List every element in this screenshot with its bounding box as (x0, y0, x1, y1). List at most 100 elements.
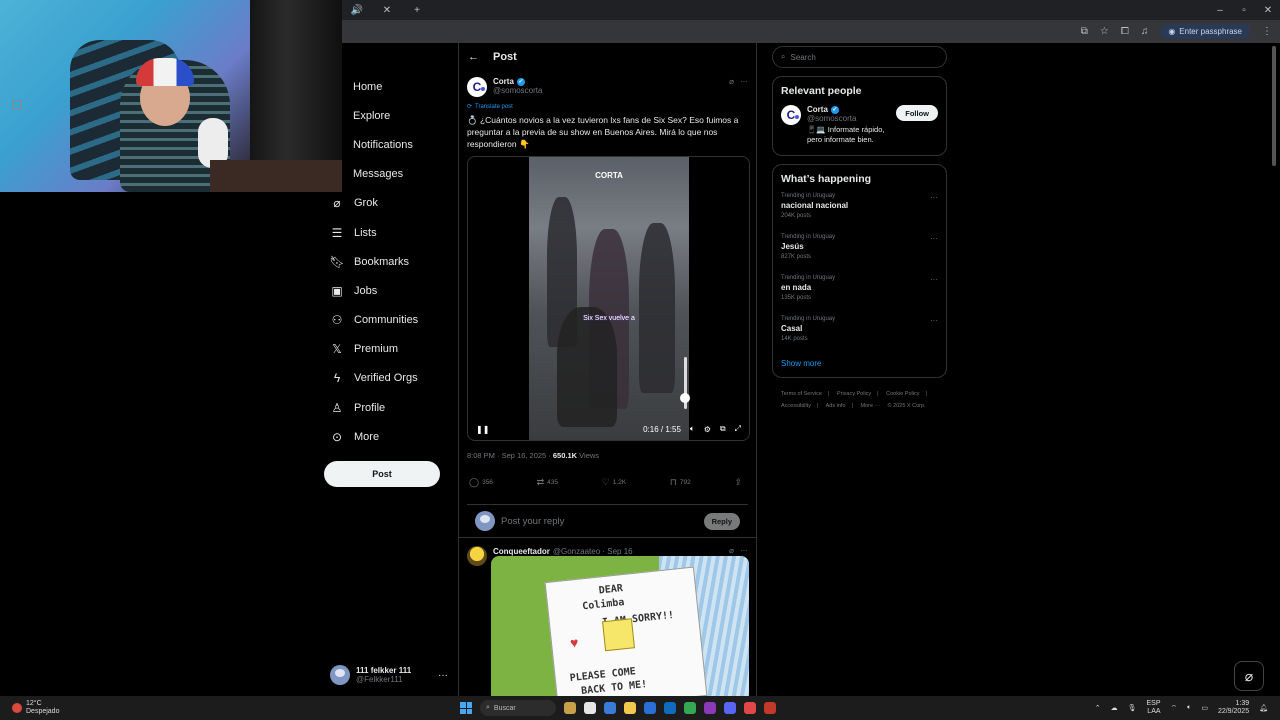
post-author-handle[interactable]: @somoscorta (493, 86, 542, 95)
footer-link-more[interactable]: More ··· (860, 403, 880, 409)
post-timestamp[interactable]: 8:08 PM · Sep 16, 2025 · (467, 451, 553, 460)
footer-link-accessibility[interactable]: Accessibility (781, 403, 811, 409)
translate-post-link[interactable]: ⟳ Translate post (467, 103, 748, 111)
page-scrollbar[interactable] (1272, 46, 1276, 166)
minimize-button[interactable]: – (1208, 5, 1232, 16)
new-tab-icon[interactable]: + (402, 0, 432, 20)
menu-kebab-icon[interactable]: ⋮ (1262, 26, 1272, 37)
like-action[interactable]: ♡ 1.2K (602, 477, 626, 488)
nav-item-verified-orgs[interactable]: ϟ Verified Orgs (324, 364, 458, 393)
weather-widget[interactable]: 12°C Despejado (0, 700, 460, 716)
task-view-icon[interactable] (584, 702, 596, 714)
footer-link-ads[interactable]: Ads info (826, 403, 846, 409)
trend-more-icon[interactable]: ··· (930, 193, 938, 202)
bookmark-action[interactable]: ⊓ 792 (670, 477, 691, 488)
search-box[interactable]: ⌕ Search (772, 46, 947, 68)
widgets-icon[interactable] (564, 702, 576, 714)
audio-icon[interactable]: 🔊 (342, 0, 372, 20)
show-more-link[interactable]: Show more (781, 359, 938, 368)
nav-item-grok[interactable]: ⌀ Grok (324, 189, 458, 218)
close-tab-icon[interactable]: ✕ (372, 0, 402, 20)
trend-item[interactable]: Trending in Uruguay en nada 135K posts ·… (781, 275, 938, 316)
account-switcher[interactable]: 111 felkker 111 @Felkker111 ··· (330, 662, 448, 688)
volume-icon[interactable]: 🔈︎ (690, 424, 695, 434)
reply-input[interactable]: Post your reply (501, 516, 564, 527)
nav-item-profile[interactable]: ♙ Profile (324, 393, 458, 422)
fullscreen-icon[interactable]: ⤢ (735, 424, 741, 434)
chrome-icon[interactable] (684, 702, 696, 714)
pip-icon[interactable]: ⧉ (720, 424, 726, 434)
nav-item-explore[interactable]: Explore (324, 101, 458, 130)
footer-link-terms[interactable]: Terms of Service (781, 391, 822, 397)
star-icon[interactable]: ☆ (1100, 26, 1109, 37)
nav-item-bookmarks[interactable]: 🔖︎ Bookmarks (324, 247, 458, 276)
post-button[interactable]: Post (324, 461, 440, 487)
nav-item-jobs[interactable]: ▣ Jobs (324, 276, 458, 305)
notifications-icon[interactable]: 🔔︎ (1259, 704, 1268, 712)
footer-link-cookies[interactable]: Cookie Policy (886, 391, 919, 397)
follow-button[interactable]: Follow (896, 105, 938, 121)
reply-avatar[interactable] (467, 546, 487, 566)
grok-float-button[interactable]: ⌀ (1234, 661, 1264, 691)
share-action[interactable]: ⇪ (734, 477, 742, 488)
trend-item[interactable]: Trending in Uruguay Jesús 827K posts ··· (781, 234, 938, 275)
taskbar-search-input[interactable]: Buscar (494, 705, 516, 712)
extensions-icon[interactable]: ⧠ (1121, 26, 1129, 37)
language-indicator[interactable]: ESP LAA (1147, 700, 1161, 716)
mic-icon[interactable]: 🎙︎ (1128, 704, 1137, 712)
nav-item-notifications[interactable]: Notifications (324, 130, 458, 159)
close-window-button[interactable]: ✕ (1256, 5, 1280, 16)
mail-app-icon[interactable] (644, 702, 656, 714)
reply-button[interactable]: Reply (703, 512, 740, 530)
outlook-icon[interactable] (664, 702, 676, 714)
whats-happening-card: What’s happening Trending in Uruguay nac… (772, 164, 947, 378)
grok-explain-icon[interactable]: ⌀ (729, 77, 734, 97)
nav-item-home[interactable]: Home (324, 72, 458, 101)
discord-icon[interactable] (724, 702, 736, 714)
relevant-name[interactable]: Corta ✓ (807, 105, 890, 114)
taskbar-search[interactable]: ⌕ Buscar (480, 700, 556, 716)
streaming-app-icon[interactable] (764, 702, 776, 714)
maximize-button[interactable]: ▫ (1232, 5, 1256, 16)
reply-image[interactable]: DEAR Colimba I AM SORRY!! PLEASE COME BA… (491, 556, 749, 696)
nav-item-more[interactable]: ⊙ More (324, 422, 458, 451)
more-dots-icon[interactable]: ··· (438, 670, 448, 681)
windows-start-icon[interactable] (460, 702, 472, 714)
tray-chevron-icon[interactable]: ⌃ (1095, 704, 1101, 712)
post-author[interactable]: Corta ✓ (493, 77, 542, 86)
media-icon[interactable]: ♫ (1141, 26, 1149, 37)
battery-icon[interactable]: ▭ (1201, 704, 1208, 712)
reply-action[interactable]: ◯ 356 (469, 477, 493, 488)
clock[interactable]: 1:39 22/9/2025 (1218, 700, 1249, 716)
install-icon[interactable]: ⧉ (1081, 26, 1088, 37)
trend-more-icon[interactable]: ··· (930, 234, 938, 243)
search-input[interactable]: Search (790, 53, 815, 62)
settings-gear-icon[interactable]: ⚙ (704, 425, 711, 434)
cloud-icon[interactable]: ☁ (1111, 704, 1118, 712)
network-icon[interactable]: ⌔ (1171, 704, 1178, 713)
passphrase-button[interactable]: ◉ Enter passphrase (1160, 24, 1250, 39)
app-icon[interactable] (744, 702, 756, 714)
nav-item-communities[interactable]: ⚇ Communities (324, 306, 458, 335)
trend-item[interactable]: Trending in Uruguay nacional nacional 20… (781, 193, 938, 234)
trend-item[interactable]: Trending in Uruguay Casal 14K posts ··· (781, 316, 938, 357)
video-player[interactable]: CORTA Six Sex vuelve a ❚❚ 0:16 / 1:55 🔈︎… (467, 156, 750, 441)
corta-avatar[interactable]: C (467, 77, 487, 97)
copilot-icon[interactable] (604, 702, 616, 714)
speaker-icon[interactable]: 🔈︎ (1187, 704, 1191, 712)
reply-author-name[interactable]: Conqueeftador (493, 547, 550, 556)
file-explorer-icon[interactable] (624, 702, 636, 714)
post-more-icon[interactable]: ··· (740, 77, 748, 97)
pause-icon[interactable]: ❚❚ (476, 425, 489, 434)
trend-more-icon[interactable]: ··· (930, 316, 938, 325)
media-app-icon[interactable] (704, 702, 716, 714)
trend-more-icon[interactable]: ··· (930, 275, 938, 284)
nav-item-premium[interactable]: 𝕏 Premium (324, 335, 458, 364)
back-arrow-icon[interactable]: ← (468, 51, 479, 63)
repost-action[interactable]: ⇄ 435 (537, 477, 558, 488)
corta-avatar[interactable]: C (781, 105, 801, 125)
nav-item-lists[interactable]: ☰ Lists (324, 218, 458, 247)
nav-item-messages[interactable]: Messages (324, 160, 458, 189)
footer-link-privacy[interactable]: Privacy Policy (837, 391, 871, 397)
volume-slider-handle[interactable] (680, 393, 690, 403)
